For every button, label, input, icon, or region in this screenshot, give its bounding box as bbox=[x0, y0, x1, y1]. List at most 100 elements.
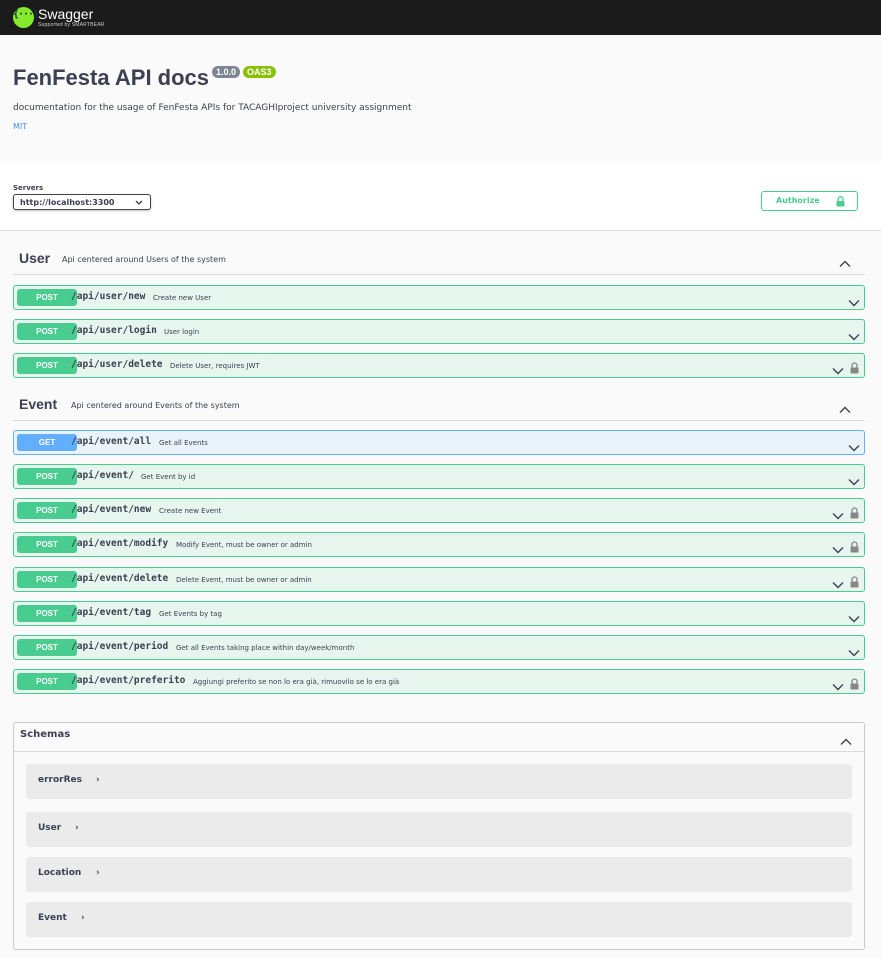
topbar: {···} Swagger Supported by SMARTBEAR bbox=[0, 0, 881, 35]
operation-user-login[interactable]: POST /api/user/login User login bbox=[13, 319, 865, 344]
operation-summary: Delete User, requires JWT bbox=[170, 362, 260, 370]
operation-summary: Aggiungi preferito se non lo era già, ri… bbox=[193, 678, 400, 686]
app-name: Swagger bbox=[38, 6, 94, 22]
chevron-down-icon[interactable] bbox=[832, 539, 844, 558]
page-title: FenFesta API docs 1.0.0 OAS3 bbox=[13, 65, 276, 91]
operation-event-delete[interactable]: POST /api/event/delete Delete Event, mus… bbox=[13, 567, 865, 592]
method-badge: POST bbox=[17, 502, 77, 519]
operation-path: /api/event/period bbox=[71, 641, 169, 652]
operation-summary: Get all Events bbox=[159, 439, 208, 447]
api-info: FenFesta API docs 1.0.0 OAS3 documentati… bbox=[0, 35, 881, 163]
tag-name: Event bbox=[19, 396, 58, 412]
chevron-up-icon[interactable] bbox=[839, 399, 851, 418]
operation-path: /api/event/preferito bbox=[71, 675, 186, 686]
api-title: FenFesta API docs bbox=[13, 65, 210, 90]
operation-event-tag[interactable]: POST /api/event/tag Get Events by tag bbox=[13, 601, 865, 626]
chevron-down-icon[interactable] bbox=[832, 505, 844, 524]
method-badge: GET bbox=[17, 434, 77, 451]
chevron-up-icon[interactable] bbox=[840, 731, 852, 750]
scheme-container: Servers http://localhost:3300 Authorize bbox=[0, 163, 881, 231]
model-name: Location bbox=[38, 868, 82, 878]
tag-name: User bbox=[19, 250, 51, 266]
operation-event-preferito[interactable]: POST /api/event/preferito Aggiungi prefe… bbox=[13, 669, 865, 694]
server-select[interactable]: http://localhost:3300 bbox=[13, 194, 151, 210]
operation-user-new[interactable]: POST /api/user/new Create new User bbox=[13, 285, 865, 310]
operation-path: /api/event/new bbox=[71, 504, 152, 515]
operation-path: /api/event/all bbox=[71, 436, 152, 447]
chevron-right-icon: › bbox=[75, 823, 79, 833]
chevron-right-icon: › bbox=[96, 775, 100, 785]
swagger-logo[interactable]: {···} Swagger Supported by SMARTBEAR bbox=[13, 5, 105, 30]
lock-icon[interactable] bbox=[850, 573, 859, 592]
operation-event-by-id[interactable]: POST /api/event/ Get Event by id bbox=[13, 464, 865, 489]
schemas-section: Schemas errorRes › User › Location › Eve… bbox=[13, 722, 865, 950]
method-badge: POST bbox=[17, 536, 77, 553]
chevron-down-icon[interactable] bbox=[832, 676, 844, 695]
api-description: documentation for the usage of FenFesta … bbox=[13, 103, 412, 113]
authorize-button[interactable]: Authorize bbox=[761, 191, 858, 211]
model-user[interactable]: User › bbox=[26, 812, 852, 847]
lock-icon[interactable] bbox=[850, 675, 859, 694]
operation-summary: Modify Event, must be owner or admin bbox=[176, 541, 312, 549]
method-badge: POST bbox=[17, 357, 77, 374]
model-event[interactable]: Event › bbox=[26, 902, 852, 937]
operation-path: /api/event/tag bbox=[71, 607, 152, 618]
chevron-down-icon[interactable] bbox=[848, 437, 860, 456]
tag-description: Api centered around Users of the system bbox=[62, 255, 226, 264]
server-select-value: http://localhost:3300 bbox=[20, 198, 115, 207]
lock-icon[interactable] bbox=[850, 538, 859, 557]
operation-path: /api/event/delete bbox=[71, 573, 169, 584]
operation-summary: Get all Events taking place within day/w… bbox=[176, 644, 355, 652]
oas-badge: OAS3 bbox=[243, 66, 276, 78]
chevron-down-icon[interactable] bbox=[848, 292, 860, 311]
schemas-header[interactable]: Schemas bbox=[14, 723, 864, 752]
method-badge: POST bbox=[17, 571, 77, 588]
tag-header-user[interactable]: User Api centered around Users of the sy… bbox=[13, 246, 865, 275]
app-subtitle: Supported by SMARTBEAR bbox=[38, 22, 105, 28]
operation-path: /api/user/new bbox=[71, 291, 146, 302]
method-badge: POST bbox=[17, 639, 77, 656]
operation-event-new[interactable]: POST /api/event/new Create new Event bbox=[13, 498, 865, 523]
method-badge: POST bbox=[17, 289, 77, 306]
version-badge: 1.0.0 bbox=[212, 66, 241, 78]
lock-icon[interactable] bbox=[850, 359, 859, 378]
chevron-down-icon[interactable] bbox=[848, 608, 860, 627]
method-badge: POST bbox=[17, 605, 77, 622]
tag-description: Api centered around Events of the system bbox=[71, 401, 240, 410]
operation-summary: Delete Event, must be owner or admin bbox=[176, 576, 312, 584]
chevron-down-icon[interactable] bbox=[848, 326, 860, 345]
operation-path: /api/user/login bbox=[71, 325, 157, 336]
authorize-label: Authorize bbox=[776, 196, 820, 205]
chevron-down-icon[interactable] bbox=[848, 471, 860, 490]
operation-summary: Create new User bbox=[153, 294, 212, 302]
license-link[interactable]: MIT bbox=[13, 122, 27, 131]
operation-path: /api/event/modify bbox=[71, 538, 169, 549]
model-name: Event bbox=[38, 913, 67, 923]
model-name: User bbox=[38, 823, 62, 833]
model-name: errorRes bbox=[38, 775, 82, 785]
chevron-down-icon[interactable] bbox=[832, 574, 844, 593]
tag-header-event[interactable]: Event Api centered around Events of the … bbox=[13, 392, 865, 421]
operation-summary: Get Events by tag bbox=[159, 610, 222, 618]
operation-summary: Create new Event bbox=[159, 507, 222, 515]
model-errorres[interactable]: errorRes › bbox=[26, 764, 852, 799]
chevron-down-icon[interactable] bbox=[832, 360, 844, 379]
operation-path: /api/event/ bbox=[71, 470, 134, 481]
chevron-right-icon: › bbox=[96, 868, 100, 878]
method-badge: POST bbox=[17, 673, 77, 690]
model-location[interactable]: Location › bbox=[26, 857, 852, 892]
operation-event-all[interactable]: GET /api/event/all Get all Events bbox=[13, 430, 865, 455]
operation-event-modify[interactable]: POST /api/event/modify Modify Event, mus… bbox=[13, 532, 865, 557]
operation-summary: User login bbox=[164, 328, 200, 336]
operation-summary: Get Event by id bbox=[141, 473, 196, 481]
operation-user-delete[interactable]: POST /api/user/delete Delete User, requi… bbox=[13, 353, 865, 378]
operation-event-period[interactable]: POST /api/event/period Get all Events ta… bbox=[13, 635, 865, 660]
chevron-up-icon[interactable] bbox=[839, 253, 851, 272]
operation-path: /api/user/delete bbox=[71, 359, 163, 370]
lock-icon[interactable] bbox=[850, 504, 859, 523]
chevron-right-icon: › bbox=[81, 913, 85, 923]
method-badge: POST bbox=[17, 323, 77, 340]
method-badge: POST bbox=[17, 468, 77, 485]
lock-icon bbox=[836, 196, 845, 213]
chevron-down-icon[interactable] bbox=[848, 642, 860, 661]
